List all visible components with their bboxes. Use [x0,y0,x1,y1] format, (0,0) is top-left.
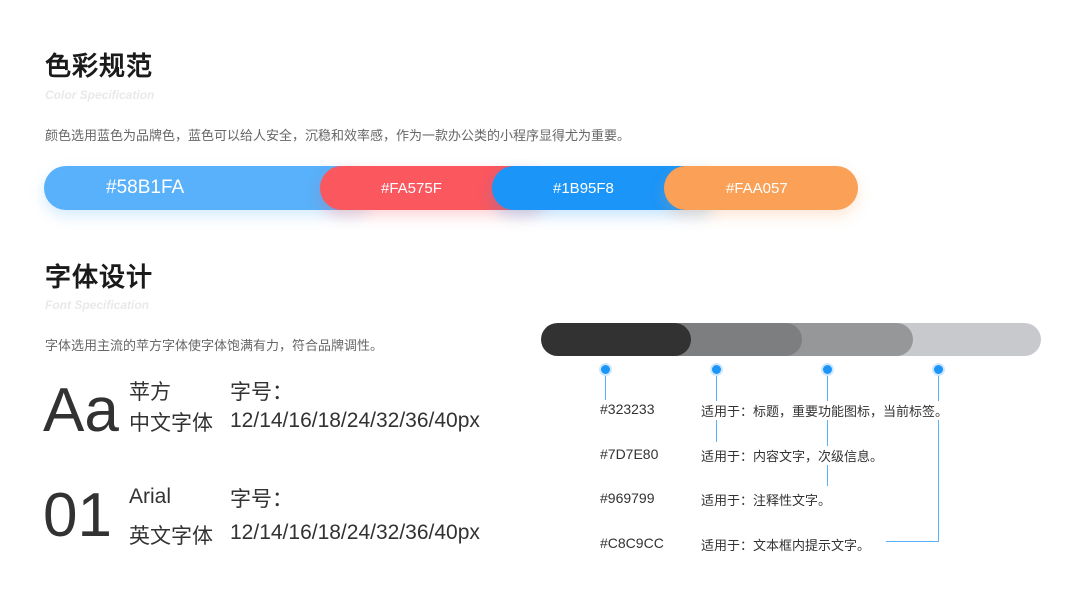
english-font-sample: 01 [43,481,112,550]
chinese-font-sample: Aa [43,376,119,445]
marker-dot [821,363,834,376]
connector-line [827,374,828,486]
swatch-label: #1B95F8 [553,179,614,197]
swatch-label: #58B1FA [106,177,185,198]
chinese-font-name: 苹方 [129,380,171,404]
text-color-usage: 适用于：标题，重要功能图标，当前标签。 [701,401,951,420]
text-color-usage: 适用于：注释性文字。 [701,494,832,509]
font-section-description: 字体选用主流的苹方字体使字体饱满有力，符合品牌调性。 [45,339,384,354]
marker-dot [599,363,612,376]
font-section-title: 字体设计 [45,263,154,293]
connector-line [886,541,939,542]
text-color-hex: #C8C9CC [600,535,664,551]
marker-dot [932,363,945,376]
text-color-hex: #969799 [600,490,655,506]
chinese-font-sizes: 12/14/16/18/24/32/36/40px [230,409,480,432]
connector-line [605,374,606,400]
text-color-hex: #323233 [600,401,659,417]
english-font-sizes: 12/14/16/18/24/32/36/40px [230,521,480,544]
chinese-font-label: 中文字体 [129,411,213,435]
text-color-usage: 适用于：文本框内提示文字。 [701,539,871,554]
text-color-usage: 适用于：内容文字，次级信息。 [701,446,884,465]
swatch-label: #FA575F [381,179,442,197]
swatch-orange: #FAA057 [664,166,858,210]
connector-line [938,374,939,542]
english-font-name: Arial [129,485,172,508]
chinese-size-label: 字号： [230,380,293,404]
color-section-subtitle: Color Specification [45,88,155,102]
swatch-label: #FAA057 [726,179,788,197]
color-section-title: 色彩规范 [45,52,154,82]
english-size-label: 字号： [230,487,293,511]
marker-dot [710,363,723,376]
text-color-hex: #7D7E80 [600,446,659,462]
gray-swatch-323233 [541,323,691,356]
color-section-description: 颜色选用蓝色为品牌色，蓝色可以给人安全，沉稳和效率感，作为一款办公类的小程序显得… [45,129,631,144]
english-font-label: 英文字体 [129,524,213,548]
font-section-subtitle: Font Specification [45,298,150,312]
